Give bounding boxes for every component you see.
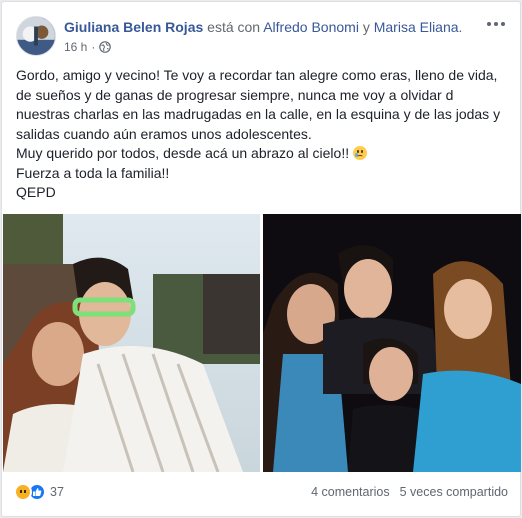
- sad-reaction-icon: [14, 483, 32, 501]
- reaction-icons: [14, 483, 46, 501]
- post-time[interactable]: 16 h: [64, 40, 87, 54]
- post-paragraph: Muy querido por todos, desde acá un abra…: [16, 144, 506, 164]
- avatar[interactable]: [16, 16, 56, 56]
- post-closing: QEPD: [16, 184, 56, 200]
- conjunction: y: [362, 19, 370, 35]
- post-header-text: Giuliana Belen Rojas está con Alfredo Bo…: [64, 18, 468, 54]
- globe-icon[interactable]: [99, 41, 112, 53]
- post-paragraph: Gordo, amigo y vecino! Te voy a recordar…: [16, 67, 501, 142]
- reactions-summary[interactable]: 37: [14, 483, 64, 501]
- post-card: Giuliana Belen Rojas está con Alfredo Bo…: [1, 1, 521, 517]
- post-stats: 4 comentarios 5 veces compartido: [311, 485, 508, 499]
- with-text: está con: [207, 19, 261, 35]
- meta-separator: ·: [91, 40, 96, 54]
- photo-left-image: [3, 214, 260, 472]
- tagged-person-2[interactable]: Marisa Eliana: [374, 19, 459, 35]
- dot: [487, 22, 491, 26]
- crying-emoji-icon: [352, 146, 367, 160]
- shares-link[interactable]: 5 veces compartido: [400, 485, 508, 499]
- photo-right[interactable]: [263, 214, 521, 472]
- dot: [494, 22, 498, 26]
- photo-left[interactable]: [3, 214, 260, 472]
- avatar-image: [17, 17, 55, 55]
- reaction-count: 37: [50, 485, 64, 499]
- post-header: Giuliana Belen Rojas está con Alfredo Bo…: [14, 14, 508, 58]
- post-paragraph-text: Muy querido por todos, desde acá un abra…: [16, 145, 353, 161]
- post-footer: 37 4 comentarios 5 veces compartido: [14, 480, 508, 504]
- ellipsis-icon[interactable]: [484, 16, 508, 32]
- post-body: Gordo, amigo y vecino! Te voy a recordar…: [16, 66, 506, 203]
- author-line: Giuliana Belen Rojas está con Alfredo Bo…: [64, 18, 468, 36]
- author-name[interactable]: Giuliana Belen Rojas: [64, 19, 203, 35]
- period: .: [458, 19, 463, 35]
- tagged-person-1[interactable]: Alfredo Bonomi: [263, 19, 359, 35]
- post-paragraph: Fuerza a toda la familia!!: [16, 164, 170, 181]
- dot: [501, 22, 505, 26]
- photo-grid: [3, 214, 521, 472]
- post-meta: 16 h ·: [64, 40, 468, 54]
- comments-link[interactable]: 4 comentarios: [311, 485, 390, 499]
- photo-right-image: [263, 214, 521, 472]
